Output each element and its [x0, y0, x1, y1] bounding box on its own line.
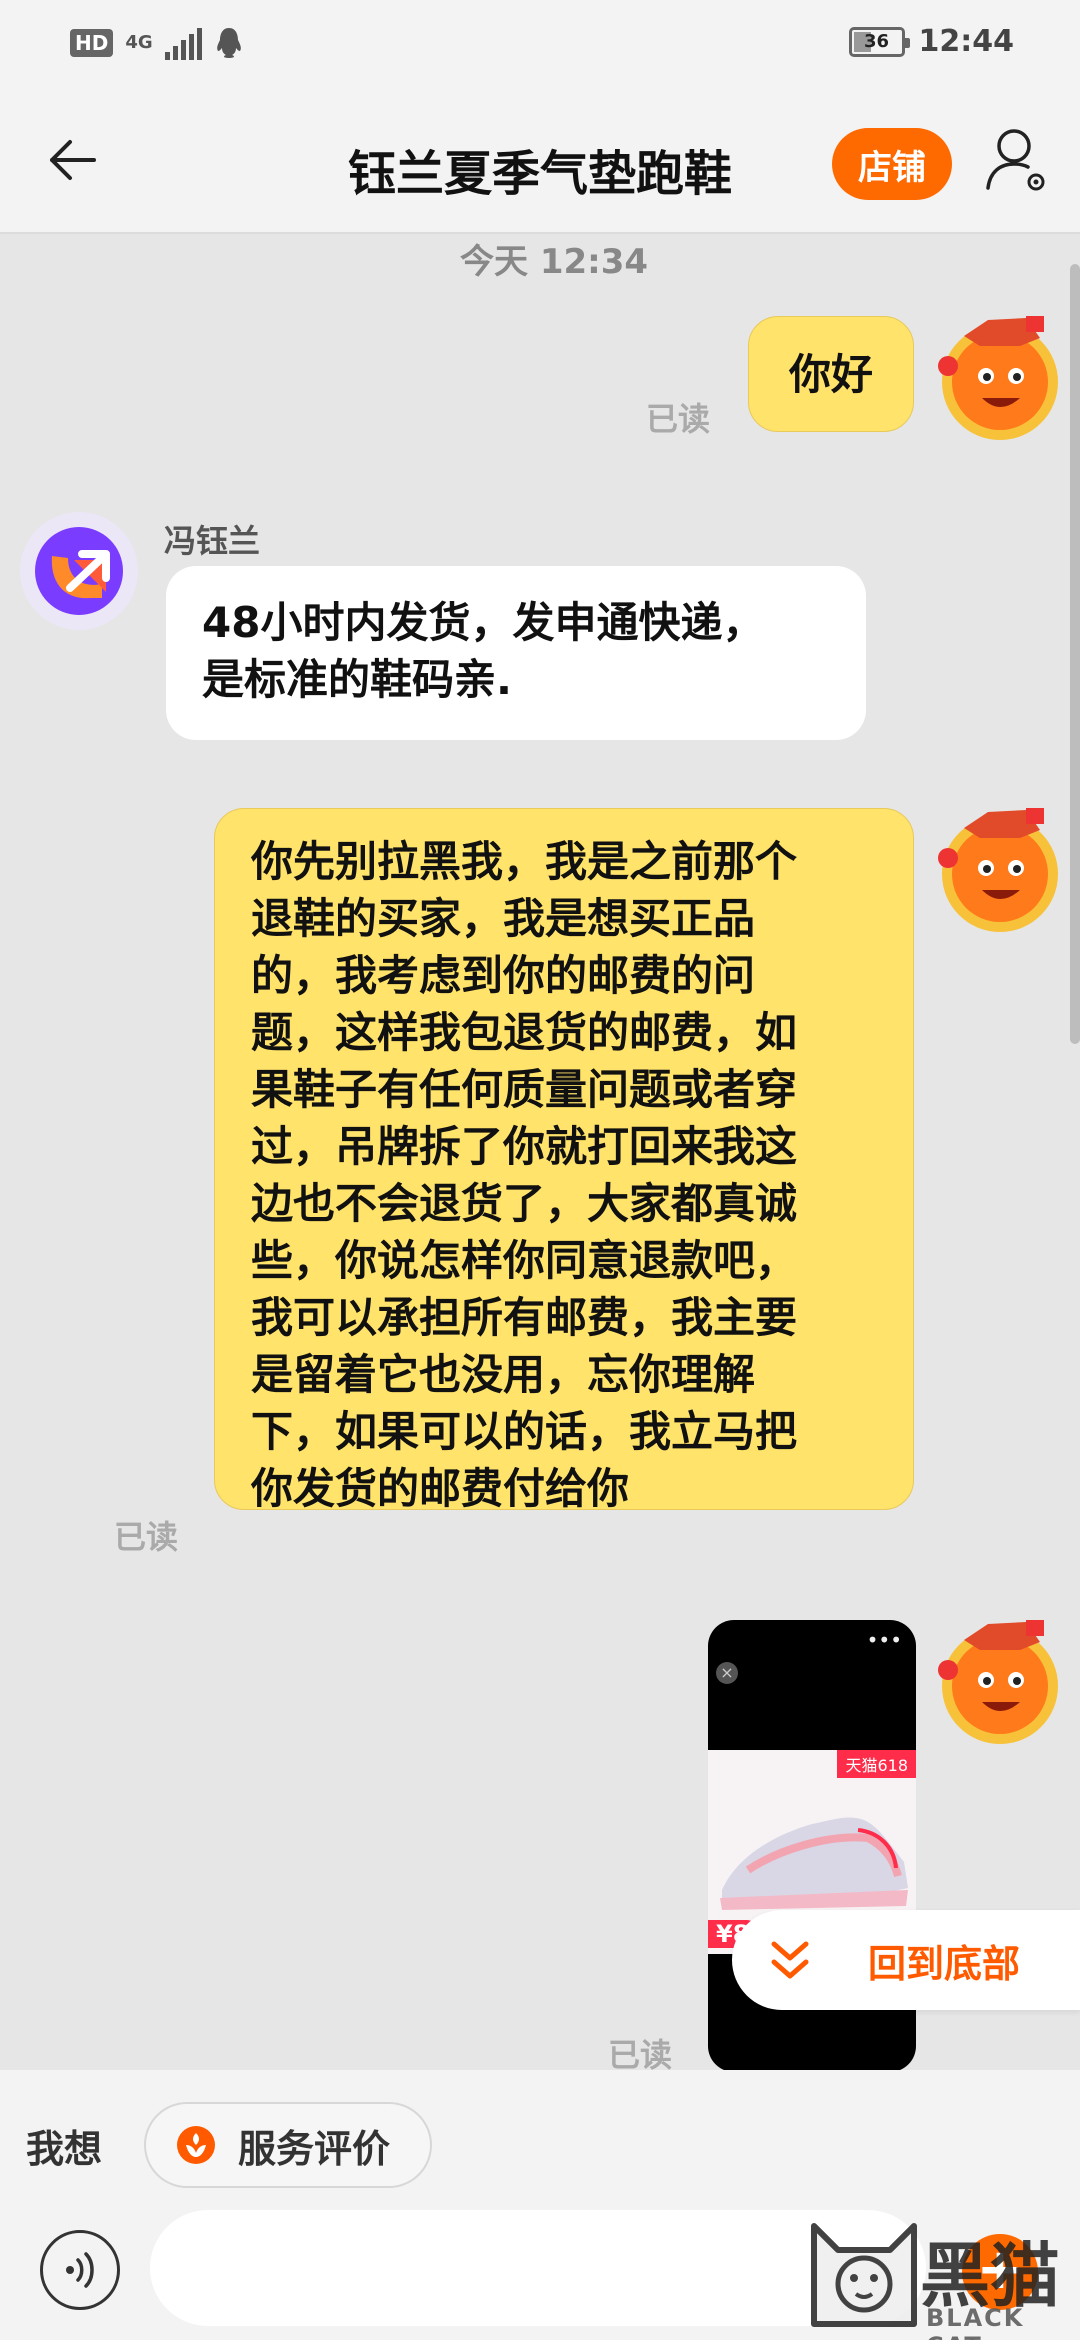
message-line: 退鞋的买家，我是想买正品 [251, 894, 756, 943]
chat-area[interactable]: 今天 12:34 你好 已读 冯钰兰 48小时内发货，发申通快递， 是标准的鞋码… [0, 234, 1080, 2070]
quick-action-bar: 我想 服务评价 [0, 2070, 1080, 2200]
message-line: 边也不会退货了，大家都真诚 [251, 1179, 798, 1228]
double-chevron-down-icon [771, 1941, 809, 1979]
chat-timestamp: 今天 12:34 [460, 242, 649, 282]
mascot-avatar-icon [938, 808, 1058, 932]
store-avatar[interactable] [20, 512, 138, 630]
status-bar: HD 4G 36 12:44 [0, 0, 1080, 92]
message-line: 过，吊牌拆了你就打回来我这 [251, 1122, 798, 1171]
message-line: 我可以承担所有邮费，我主要 [251, 1293, 798, 1342]
mascot-avatar-icon [938, 316, 1058, 440]
message-line: 果鞋子有任何质量问题或者穿 [251, 1065, 798, 1114]
self-avatar[interactable] [930, 1610, 1070, 1750]
signal-icon [164, 26, 202, 60]
read-status: 已读 [608, 2036, 673, 2070]
back-to-bottom-button[interactable]: 回到底部 [732, 1910, 1080, 2010]
network-type: 4G [125, 32, 153, 53]
message-line: 你发货的邮费付给你 [251, 1464, 630, 1513]
shop-button[interactable]: 店铺 [832, 128, 952, 200]
battery-icon: 36 [848, 26, 910, 57]
back-to-bottom-label: 回到底部 [868, 1941, 1021, 1986]
message-bubble[interactable]: 你先别拉黑我，我是之前那个 退鞋的买家，我是想买正品 的，我考虑到你的邮费的问 … [214, 808, 914, 1513]
read-status: 已读 [114, 1518, 179, 1556]
message-line: 下，如果可以的话，我立马把 [251, 1407, 798, 1456]
arrow-left-icon [50, 140, 96, 180]
status-left: HD 4G [70, 26, 244, 60]
promo-tag: 天猫618 [837, 1750, 916, 1778]
service-review-chip[interactable]: 服务评价 [144, 2102, 432, 2188]
voice-icon [66, 2252, 94, 2288]
chat-header: 钰兰夏季气垫跑鞋 店铺 [0, 92, 1080, 234]
user-settings-icon [986, 129, 1045, 191]
message-line: 题，这样我包退货的邮费，如 [251, 1008, 798, 1057]
message-text: 你好 [788, 349, 873, 399]
sender-name: 冯钰兰 [164, 522, 261, 560]
message-line: 的，我考虑到你的邮费的问 [251, 951, 756, 1000]
review-icon [177, 2126, 215, 2164]
message-line: 你先别拉黑我，我是之前那个 [251, 837, 798, 886]
read-status: 已读 [646, 400, 711, 438]
message-line: 些，你说怎样你同意退款吧， [251, 1236, 798, 1285]
message-line: 48小时内发货，发申通快递， [202, 598, 765, 647]
message-line: 是标准的鞋码亲. [202, 655, 512, 704]
status-right: 36 12:44 [848, 24, 1015, 59]
page-title: 钰兰夏季气垫跑鞋 [347, 146, 732, 202]
store-logo-icon [35, 527, 123, 615]
voice-button[interactable] [40, 2230, 120, 2310]
mascot-avatar-icon [938, 1620, 1058, 1744]
close-icon[interactable]: × [716, 1662, 738, 1684]
quick-label: 我想 [26, 2127, 103, 2171]
message-bubble[interactable]: 48小时内发货，发申通快递， 是标准的鞋码亲. [166, 566, 866, 740]
self-avatar[interactable] [930, 306, 1070, 446]
message-bubble[interactable]: 你好 [748, 316, 914, 432]
qq-icon [216, 28, 241, 58]
watermark: 黑猫 BLACK CAT [808, 2220, 1080, 2340]
scrollbar[interactable] [1070, 264, 1080, 1044]
hd-badge: HD [70, 29, 114, 57]
message-line: 是留着它也没用，忘你理解 [251, 1350, 756, 1399]
service-review-label: 服务评价 [238, 2126, 391, 2171]
watermark-en: BLACK CAT [926, 2304, 1025, 2340]
more-icon[interactable]: ••• [867, 1628, 902, 1652]
back-button[interactable] [40, 128, 104, 192]
battery-level: 36 [863, 31, 890, 52]
profile-settings-button[interactable] [984, 122, 1054, 196]
self-avatar[interactable] [930, 798, 1070, 938]
clock: 12:44 [918, 24, 1015, 59]
cat-logo-icon [811, 2223, 917, 2327]
